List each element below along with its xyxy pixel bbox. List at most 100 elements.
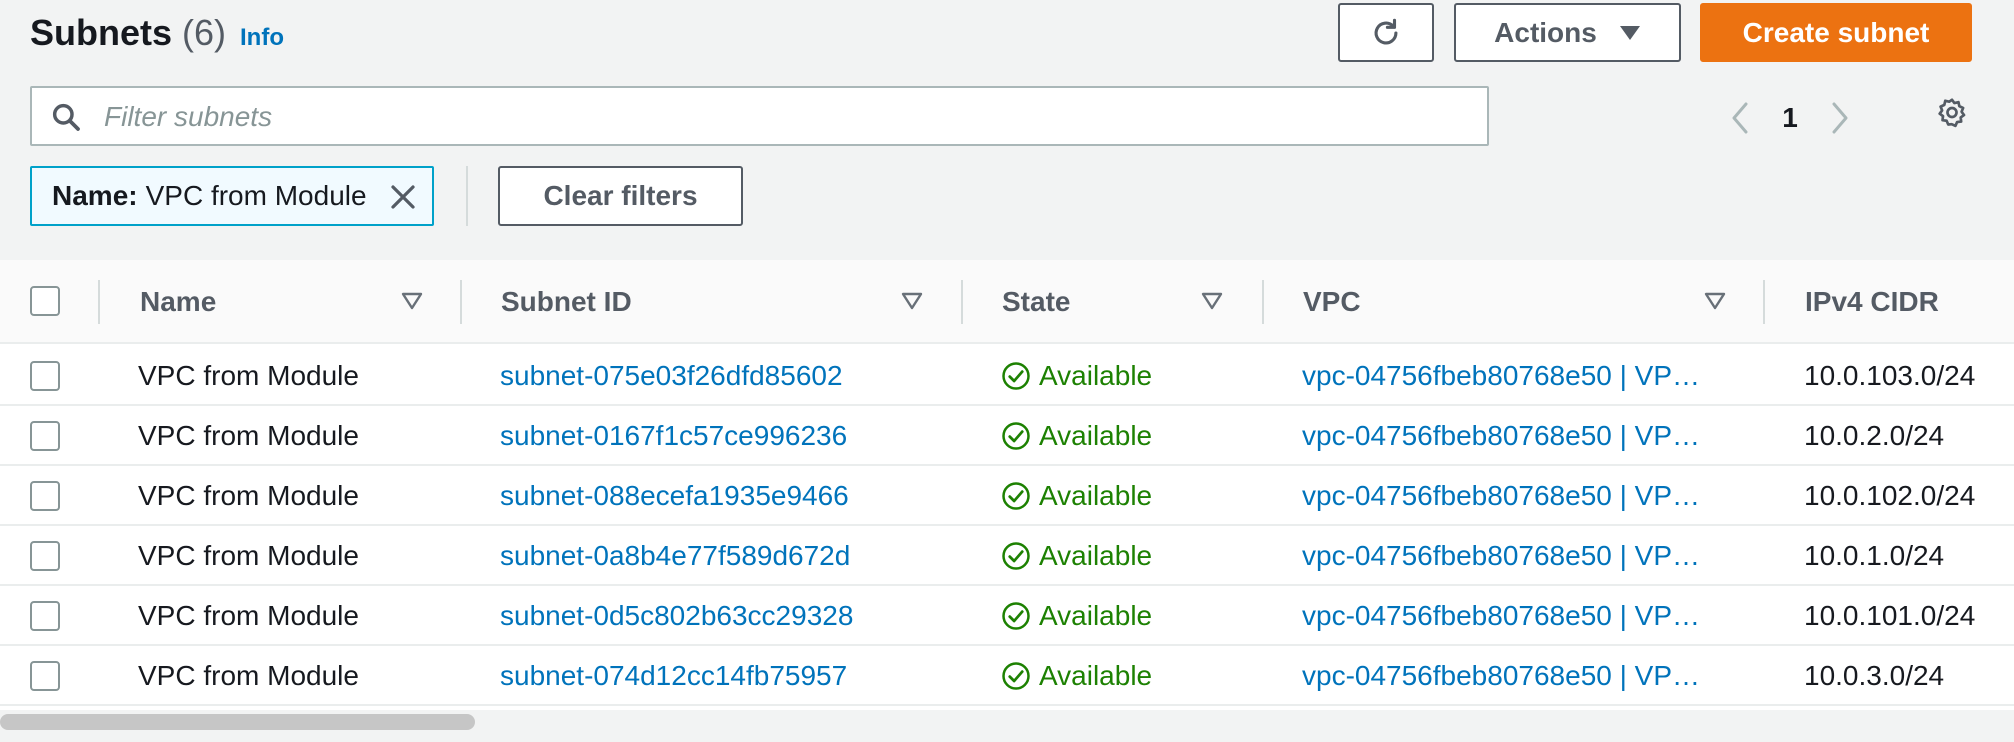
subnet-id-link[interactable]: subnet-0a8b4e77f589d672d: [500, 526, 850, 586]
table-row[interactable]: VPC from Module subnet-0167f1c57ce996236…: [0, 406, 2014, 466]
row-checkbox[interactable]: [30, 481, 60, 511]
table-header: Name Subnet ID State VPC IPv4 CIDR: [0, 260, 2014, 344]
state-cell: Available: [1001, 466, 1152, 526]
subnet-name: VPC from Module: [138, 600, 359, 631]
ipv4-cidr: 10.0.1.0/24: [1804, 540, 1945, 571]
column-header-name[interactable]: Name: [140, 260, 216, 344]
chevron-right-icon: [1832, 102, 1848, 134]
table-row[interactable]: VPC from Module subnet-074d12cc14fb75957…: [0, 646, 2014, 706]
subnet-name: VPC from Module: [138, 420, 359, 451]
select-all-checkbox[interactable]: [30, 286, 60, 316]
row-checkbox[interactable]: [30, 661, 60, 691]
search-icon: [52, 103, 80, 131]
page-title: Subnets (6): [30, 12, 226, 54]
check-circle-icon: [1002, 482, 1030, 510]
state-cell: Available: [1001, 346, 1152, 406]
subnet-name: VPC from Module: [138, 480, 359, 511]
actions-label: Actions: [1494, 16, 1597, 48]
sort-icon[interactable]: [1703, 288, 1727, 312]
filter-input[interactable]: [102, 98, 1462, 136]
table-row[interactable]: VPC from Module subnet-088ecefa1935e9466…: [0, 466, 2014, 526]
state-text: Available: [1039, 600, 1153, 631]
column-header-state[interactable]: State: [1002, 260, 1070, 344]
ipv4-cidr: 10.0.103.0/24: [1804, 360, 1976, 391]
column-separator: [1262, 280, 1264, 324]
vpc-link[interactable]: vpc-04756fbeb80768e50 | VPC from Module: [1302, 346, 1716, 406]
ipv4-cidr: 10.0.2.0/24: [1804, 420, 1945, 451]
state-cell: Available: [1001, 526, 1152, 586]
subnet-name: VPC from Module: [138, 540, 359, 571]
subnet-name: VPC from Module: [138, 360, 359, 391]
ipv4-cidr: 10.0.3.0/24: [1804, 660, 1945, 691]
refresh-icon: [1374, 18, 1398, 44]
table-row[interactable]: VPC from Module subnet-0a8b4e77f589d672d…: [0, 526, 2014, 586]
gear-icon: [1938, 98, 1966, 128]
vpc-link[interactable]: vpc-04756fbeb80768e50 | VPC from Module: [1302, 646, 1716, 706]
state-text: Available: [1039, 480, 1153, 511]
ipv4-cidr: 10.0.101.0/24: [1804, 600, 1976, 631]
chevron-left-icon: [1732, 102, 1748, 134]
check-circle-icon: [1002, 602, 1030, 630]
subnet-id-link[interactable]: subnet-075e03f26dfd85602: [500, 346, 843, 406]
filter-divider: [466, 166, 468, 226]
check-circle-icon: [1002, 422, 1030, 450]
row-checkbox[interactable]: [30, 601, 60, 631]
next-page-button[interactable]: [1820, 98, 1860, 138]
row-checkbox[interactable]: [30, 541, 60, 571]
check-circle-icon: [1002, 662, 1030, 690]
sort-icon[interactable]: [900, 288, 924, 312]
state-text: Available: [1039, 660, 1153, 691]
pagination: 1: [1720, 96, 1860, 140]
table-row[interactable]: VPC from Module subnet-0d5c802b63cc29328…: [0, 586, 2014, 646]
refresh-button[interactable]: [1338, 3, 1434, 62]
filter-token-key: Name:: [52, 180, 138, 211]
subnet-id-link[interactable]: subnet-088ecefa1935e9466: [500, 466, 849, 526]
column-separator: [961, 280, 963, 324]
filter-search-box: [30, 86, 1489, 146]
subnet-name: VPC from Module: [138, 660, 359, 691]
state-text: Available: [1039, 540, 1153, 571]
sort-icon[interactable]: [1200, 288, 1224, 312]
table-row[interactable]: VPC from Module subnet-075e03f26dfd85602…: [0, 346, 2014, 406]
column-header-vpc[interactable]: VPC: [1303, 260, 1361, 344]
row-checkbox[interactable]: [30, 361, 60, 391]
check-circle-icon: [1002, 542, 1030, 570]
vpc-link[interactable]: vpc-04756fbeb80768e50 | VPC from Module: [1302, 406, 1716, 466]
info-link[interactable]: Info: [240, 24, 284, 52]
filter-token-value: VPC from Module: [145, 180, 367, 211]
column-separator: [98, 280, 100, 324]
horizontal-scrollbar-thumb[interactable]: [0, 714, 475, 730]
column-header-ipv4-cidr[interactable]: IPv4 CIDR: [1805, 260, 1939, 344]
column-separator: [460, 280, 462, 324]
preferences-button[interactable]: [1934, 96, 1974, 136]
caret-down-icon: [1619, 25, 1640, 40]
filter-token: Name: VPC from Module: [30, 166, 434, 226]
state-text: Available: [1039, 420, 1153, 451]
ipv4-cidr: 10.0.102.0/24: [1804, 480, 1976, 511]
previous-page-button[interactable]: [1720, 98, 1760, 138]
page-header: Subnets (6) Info Actions Create subnet 1: [0, 0, 2014, 260]
check-circle-icon: [1002, 362, 1030, 390]
state-text: Available: [1039, 360, 1153, 391]
column-header-subnet-id[interactable]: Subnet ID: [501, 260, 632, 344]
state-cell: Available: [1001, 406, 1152, 466]
vpc-link[interactable]: vpc-04756fbeb80768e50 | VPC from Module: [1302, 466, 1716, 526]
close-icon[interactable]: [388, 182, 418, 212]
subnet-count: (6): [182, 12, 227, 53]
current-page-number[interactable]: 1: [1760, 102, 1820, 134]
column-separator: [1763, 280, 1765, 324]
subnet-id-link[interactable]: subnet-0d5c802b63cc29328: [500, 586, 853, 646]
subnet-id-link[interactable]: subnet-0167f1c57ce996236: [500, 406, 847, 466]
actions-button[interactable]: Actions: [1454, 3, 1681, 62]
state-cell: Available: [1001, 586, 1152, 646]
subnet-id-link[interactable]: subnet-074d12cc14fb75957: [500, 646, 847, 706]
vpc-link[interactable]: vpc-04756fbeb80768e50 | VPC from Module: [1302, 526, 1716, 586]
clear-filters-button[interactable]: Clear filters: [498, 166, 743, 226]
create-subnet-button[interactable]: Create subnet: [1700, 3, 1972, 62]
sort-icon[interactable]: [400, 288, 424, 312]
state-cell: Available: [1001, 646, 1152, 706]
subnets-table: Name Subnet ID State VPC IPv4 CIDR VPC f…: [0, 260, 2014, 710]
page-title-text: Subnets: [30, 12, 173, 53]
vpc-link[interactable]: vpc-04756fbeb80768e50 | VPC from Module: [1302, 586, 1716, 646]
row-checkbox[interactable]: [30, 421, 60, 451]
